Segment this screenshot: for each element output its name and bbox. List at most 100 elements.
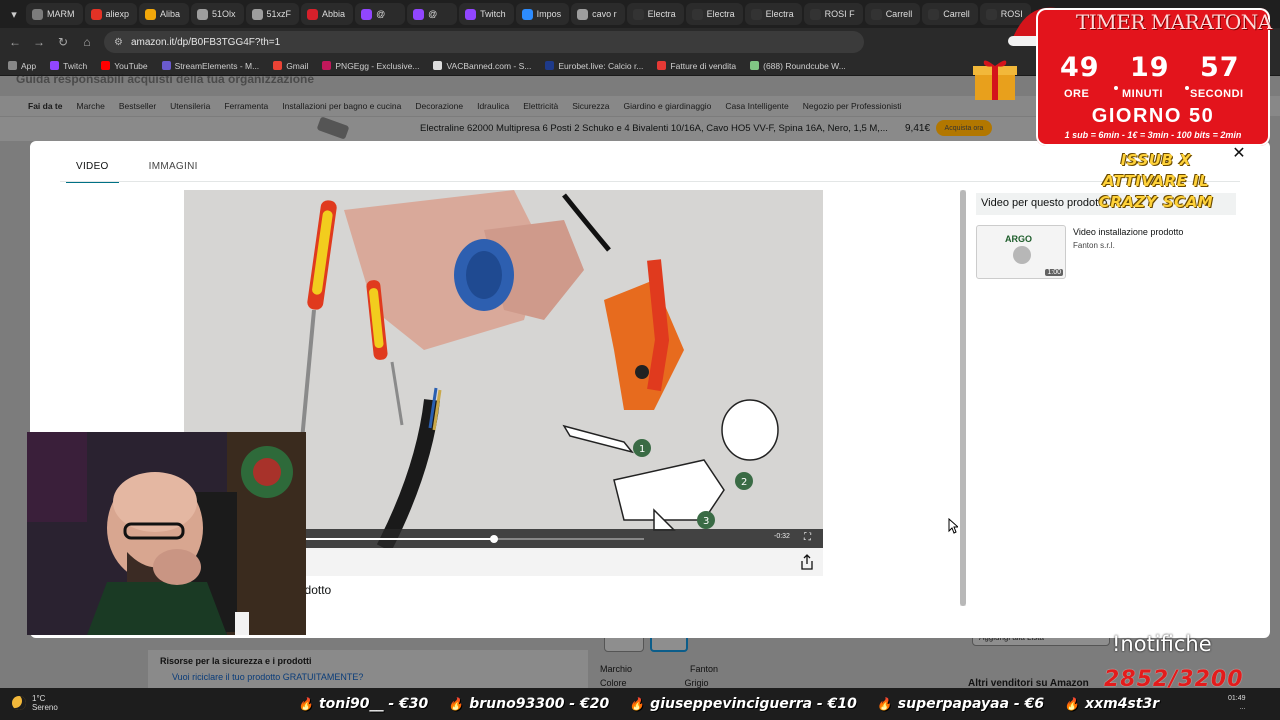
fullscreen-icon[interactable]: ⛶ <box>804 532 816 544</box>
sticky-product-title[interactable]: Electraline 62000 Multipresa 6 Posti 2 S… <box>420 123 888 134</box>
timer-seconds: 57 <box>1200 52 1240 83</box>
browser-tab[interactable]: Impos <box>515 3 570 25</box>
browser-tab[interactable]: Electra <box>685 3 743 25</box>
browser-tab[interactable]: cavo r <box>571 3 625 25</box>
back-arrow-icon[interactable]: ← <box>8 35 22 49</box>
url-bar[interactable]: ⚙ amazon.it/dp/B0FB3TGG4F?th=1 <box>104 31 864 53</box>
modal-tabs: VIDEO IMMAGINI <box>66 161 208 183</box>
amazon-nav-item[interactable]: Idraulica <box>477 101 509 111</box>
clock-time: 01:49 <box>1228 695 1246 702</box>
promo-overlay-text: ISSUB X ATTIVARE IL CRAZY SCAM <box>1098 151 1214 211</box>
tab-search-chevron-icon[interactable]: ▾ <box>4 8 24 21</box>
tab-label: aliexp <box>105 9 130 19</box>
browser-tab[interactable]: Aliba <box>139 3 190 25</box>
webcam-image <box>27 432 306 635</box>
amazon-nav-item[interactable]: Ferramenta <box>224 101 268 111</box>
bookmark-item[interactable]: App <box>8 61 36 71</box>
browser-tab[interactable]: aliexp <box>84 3 138 25</box>
modal-scroll-thumb[interactable] <box>960 190 966 606</box>
bookmark-item[interactable]: VACBanned.com - S... <box>433 61 531 71</box>
browser-tab[interactable]: 51Olx <box>191 3 244 25</box>
svg-text:3: 3 <box>703 516 709 527</box>
weather-widget[interactable]: 1°C Sereno <box>12 694 58 712</box>
taskbar-clock[interactable]: 01:49 ... <box>1228 694 1246 712</box>
amazon-nav-item[interactable]: Utensileria <box>170 101 210 111</box>
tab-video[interactable]: VIDEO <box>66 161 119 183</box>
tab-label: Twitch <box>480 9 506 19</box>
related-video-thumbnail[interactable]: ARGO 1:00 <box>976 225 1066 279</box>
ticker-item: 🔥 superpapayaa - €6 <box>877 696 1044 712</box>
tab-favicon-icon <box>307 8 319 20</box>
forward-arrow-icon[interactable]: → <box>32 35 46 49</box>
bookmark-icon <box>545 61 555 70</box>
marathon-timer: TIMER MARATONA 49 19 57 ORE MINUTI SECON… <box>1036 8 1272 146</box>
clock-date: ... <box>1239 704 1246 711</box>
play-icon <box>1013 246 1031 264</box>
weather-temperature: 1°C <box>32 694 46 703</box>
tab-favicon-icon <box>197 8 209 20</box>
video-progress-bar[interactable] <box>304 535 644 543</box>
browser-tab[interactable]: Electra <box>744 3 802 25</box>
browser-tab[interactable]: @ <box>407 3 458 25</box>
timer-minutes-label: MINUTI <box>1122 88 1163 100</box>
related-video-title[interactable]: Video installazione prodotto <box>1073 227 1183 237</box>
amazon-nav-item[interactable]: Installazioni per bagno e cucina <box>282 101 401 111</box>
amazon-nav-item[interactable]: Sicurezza <box>572 101 609 111</box>
browser-tab[interactable]: Electra <box>626 3 684 25</box>
amazon-nav-item[interactable]: Negozio per Professionisti <box>803 101 902 111</box>
timer-day: GIORNO 50 <box>1091 105 1215 127</box>
bookmark-item[interactable]: PNGEgg - Exclusive... <box>322 61 419 71</box>
ticker-entry: giuseppevinciguerra - €10 <box>650 696 857 712</box>
ticker-entry: bruno93300 - €20 <box>469 696 610 712</box>
svg-text:2: 2 <box>741 477 747 488</box>
tab-label: Carrell <box>885 9 913 19</box>
bookmark-item[interactable]: Twitch <box>50 61 87 71</box>
bookmark-icon <box>273 61 283 70</box>
bookmark-icon <box>657 61 667 70</box>
ticker-entry: xxm4st3r <box>1085 696 1160 712</box>
tab-favicon-icon <box>691 8 703 20</box>
browser-tab[interactable]: MARM <box>26 3 83 25</box>
browser-tab[interactable]: ROSI F <box>803 3 863 25</box>
sticky-product-price: 9,41€ <box>905 123 931 134</box>
product-thumbnail <box>316 116 350 140</box>
site-info-icon[interactable]: ⚙ <box>114 37 123 48</box>
tab-label: Electra <box>647 9 676 19</box>
browser-tab[interactable]: @ <box>355 3 406 25</box>
tab-favicon-icon <box>577 8 589 20</box>
bookmark-item[interactable]: Eurobet.live: Calcio r... <box>545 61 643 71</box>
recycle-link[interactable]: Vuoi riciclare il tuo prodotto GRATUITAM… <box>160 672 576 682</box>
bookmark-item[interactable]: YouTube <box>101 61 148 71</box>
browser-tab[interactable]: Abbia <box>301 3 354 25</box>
bookmark-item[interactable]: StreamElements - M... <box>161 61 259 71</box>
bookmark-item[interactable]: Fatture di vendita <box>657 61 736 71</box>
bookmark-item[interactable]: Gmail <box>273 61 308 71</box>
buy-now-button[interactable]: Acquista ora <box>936 120 992 136</box>
close-icon[interactable]: ✕ <box>1230 145 1248 163</box>
amazon-nav-item[interactable]: Bestseller <box>119 101 156 111</box>
modal-scrollbar[interactable] <box>960 190 966 606</box>
tab-label: 51xzF <box>266 9 292 19</box>
browser-tab[interactable]: Twitch <box>459 3 514 25</box>
sticky-product-bar: Electraline 62000 Multipresa 6 Posti 2 S… <box>0 116 1040 141</box>
amazon-nav-item[interactable]: Casa Intelligente <box>725 101 788 111</box>
browser-tab[interactable]: 51xzF <box>245 3 300 25</box>
bookmark-item[interactable]: (688) Roundcube W... <box>750 61 846 71</box>
bookmark-icon <box>433 61 443 70</box>
amazon-nav-item[interactable]: Marche <box>76 101 104 111</box>
tab-images[interactable]: IMMAGINI <box>139 161 208 183</box>
browser-tab[interactable]: Carrell <box>864 3 921 25</box>
home-icon[interactable]: ⌂ <box>80 35 94 49</box>
attribute-key: Marchio <box>600 664 633 674</box>
amazon-nav-item[interactable]: Decorazione <box>415 101 463 111</box>
amazon-nav-item[interactable]: Giardino e giardinaggio <box>624 101 712 111</box>
share-icon[interactable] <box>800 554 814 570</box>
video-progress-knob[interactable] <box>490 535 499 543</box>
fire-icon: 🔥 <box>1064 697 1080 711</box>
amazon-nav-item[interactable]: Elettricità <box>523 101 558 111</box>
bookmark-label: Fatture di vendita <box>670 60 737 71</box>
attribute-value: Grigio <box>684 678 709 688</box>
reload-icon[interactable]: ↻ <box>56 35 70 49</box>
browser-tab[interactable]: Carrell <box>922 3 978 25</box>
amazon-nav-item[interactable]: Fai da te <box>28 101 62 111</box>
